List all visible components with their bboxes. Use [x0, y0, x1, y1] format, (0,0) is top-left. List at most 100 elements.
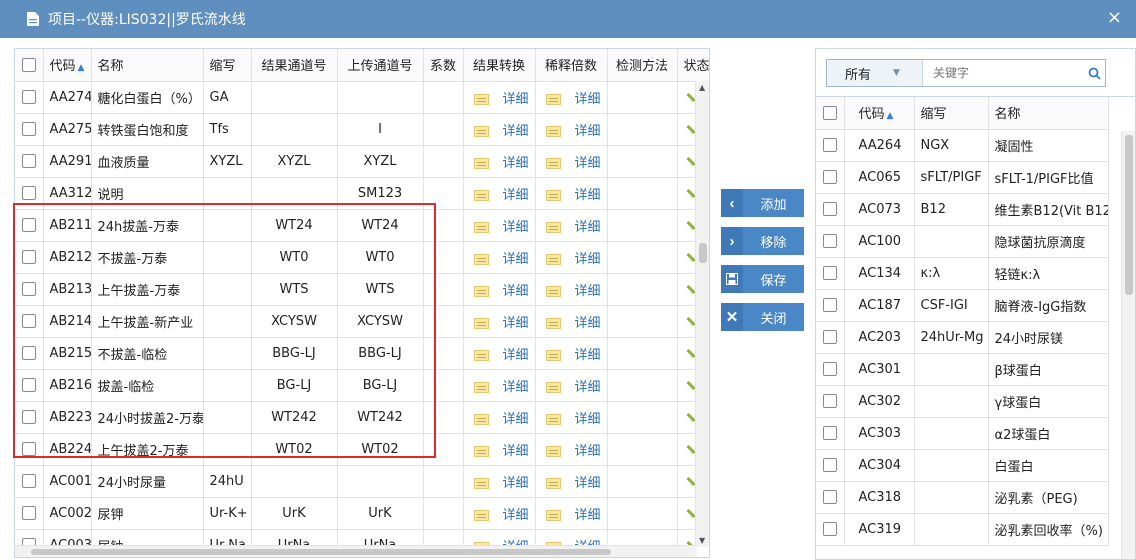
table-row[interactable]: AA312 说明 SM123 详细 详细	[15, 177, 709, 210]
column-header-abbr[interactable]: 缩写	[914, 97, 989, 130]
column-header-upload-channel[interactable]: 上传通道号	[337, 49, 424, 82]
detail-list-icon[interactable]	[545, 221, 561, 233]
table-row[interactable]: AB214 上午拔盖-新产业 XCYSW XCYSW 详细 详细	[15, 305, 709, 338]
edit-pencil-icon[interactable]	[685, 284, 696, 294]
table-row[interactable]: AC319 泌乳素回收率（%)	[816, 513, 1109, 546]
row-checkbox[interactable]	[816, 417, 845, 450]
column-header-coefficient[interactable]: 系数	[423, 49, 464, 82]
detail-link[interactable]: 详细	[503, 380, 529, 395]
detail-link[interactable]: 详细	[575, 476, 601, 491]
table-row[interactable]: AC100 隐球菌抗原滴度	[816, 225, 1109, 258]
detail-link[interactable]: 详细	[575, 124, 601, 139]
table-row[interactable]: AC318 泌乳素（PEG)	[816, 481, 1109, 514]
detail-link[interactable]: 详细	[575, 348, 601, 363]
table-row[interactable]: AB215 不拔盖-临检 BBG-LJ BBG-LJ 详细 详细	[15, 337, 709, 370]
table-row[interactable]: AC304 白蛋白	[816, 449, 1109, 482]
detail-list-icon[interactable]	[473, 285, 489, 297]
detail-list-icon[interactable]	[473, 221, 489, 233]
search-icon[interactable]	[1083, 61, 1105, 85]
row-checkbox[interactable]	[15, 465, 44, 498]
add-button[interactable]: ‹ 添加	[721, 189, 804, 217]
edit-pencil-icon[interactable]	[685, 508, 696, 518]
detail-link[interactable]: 详细	[503, 92, 529, 107]
detail-link[interactable]: 详细	[503, 188, 529, 203]
table-row[interactable]: AC303 α2球蛋白	[816, 417, 1109, 450]
detail-list-icon[interactable]	[545, 317, 561, 329]
edit-pencil-icon[interactable]	[685, 92, 696, 102]
column-header-name[interactable]: 名称	[988, 97, 1109, 130]
horizontal-scrollbar[interactable]	[15, 545, 697, 557]
detail-link[interactable]: 详细	[503, 220, 529, 235]
table-row[interactable]: AC187 CSF-IGI 脑脊液-IgG指数	[816, 289, 1109, 322]
row-checkbox[interactable]	[816, 257, 845, 290]
detail-list-icon[interactable]	[473, 189, 489, 201]
detail-list-icon[interactable]	[473, 157, 489, 169]
row-checkbox[interactable]	[816, 353, 845, 386]
detail-list-icon[interactable]	[545, 125, 561, 137]
detail-link[interactable]: 详细	[575, 284, 601, 299]
detail-link[interactable]: 详细	[575, 220, 601, 235]
detail-list-icon[interactable]	[545, 509, 561, 521]
edit-pencil-icon[interactable]	[685, 380, 696, 390]
edit-pencil-icon[interactable]	[685, 316, 696, 326]
detail-list-icon[interactable]	[545, 189, 561, 201]
detail-list-icon[interactable]	[545, 381, 561, 393]
detail-list-icon[interactable]	[545, 349, 561, 361]
edit-pencil-icon[interactable]	[685, 476, 696, 486]
row-checkbox[interactable]	[15, 401, 44, 434]
detail-link[interactable]: 详细	[503, 316, 529, 331]
row-checkbox[interactable]	[816, 289, 845, 322]
table-row[interactable]: AA291 血液质量 XYZL XYZL XYZL 详细 详细	[15, 145, 709, 178]
detail-link[interactable]: 详细	[503, 124, 529, 139]
table-row[interactable]: AB216 拔盖-临检 BG-LJ BG-LJ 详细 详细	[15, 369, 709, 402]
vertical-scrollbar[interactable]	[1121, 131, 1135, 559]
row-checkbox[interactable]	[816, 481, 845, 514]
select-all-checkbox[interactable]	[15, 49, 44, 82]
row-checkbox[interactable]	[15, 113, 44, 146]
row-checkbox[interactable]	[15, 241, 44, 274]
table-row[interactable]: AC073 B12 维生素B12(Vit B12)	[816, 193, 1109, 226]
row-checkbox[interactable]	[816, 385, 845, 418]
detail-list-icon[interactable]	[473, 93, 489, 105]
row-checkbox[interactable]	[15, 81, 44, 114]
table-row[interactable]: AC002 尿钾 Ur-K+ UrK UrK 详细 详细	[15, 497, 709, 530]
detail-list-icon[interactable]	[545, 285, 561, 297]
detail-link[interactable]: 详细	[503, 156, 529, 171]
table-row[interactable]: AB224 上午拔盖2-万泰 WT02 WT02 详细 详细	[15, 433, 709, 466]
select-all-checkbox[interactable]	[816, 97, 845, 130]
detail-link[interactable]: 详细	[575, 380, 601, 395]
row-checkbox[interactable]	[816, 161, 845, 194]
row-checkbox[interactable]	[816, 513, 845, 546]
row-checkbox[interactable]	[15, 273, 44, 306]
edit-pencil-icon[interactable]	[685, 124, 696, 134]
row-checkbox[interactable]	[816, 129, 845, 162]
scrollbar-thumb[interactable]	[31, 549, 611, 555]
detail-list-icon[interactable]	[545, 93, 561, 105]
detail-link[interactable]: 详细	[575, 316, 601, 331]
table-row[interactable]: AA275 转铁蛋白饱和度 Tfs I 详细 详细	[15, 113, 709, 146]
table-row[interactable]: AC301 β球蛋白	[816, 353, 1109, 386]
detail-list-icon[interactable]	[473, 349, 489, 361]
row-checkbox[interactable]	[816, 321, 845, 354]
edit-pencil-icon[interactable]	[685, 156, 696, 166]
table-row[interactable]: AA274 糖化白蛋白（%） GA 详细 详细	[15, 81, 709, 114]
column-header-dilution[interactable]: 稀释倍数	[535, 49, 608, 82]
detail-link[interactable]: 详细	[503, 412, 529, 427]
edit-pencil-icon[interactable]	[685, 348, 696, 358]
detail-list-icon[interactable]	[473, 445, 489, 457]
column-header-result-channel[interactable]: 结果通道号	[251, 49, 338, 82]
detail-link[interactable]: 详细	[503, 444, 529, 459]
scrollbar-thumb[interactable]	[1125, 135, 1133, 295]
detail-link[interactable]: 详细	[575, 188, 601, 203]
table-row[interactable]: AB211 24h拔盖-万泰 WT24 WT24 详细 详细	[15, 209, 709, 242]
detail-link[interactable]: 详细	[503, 252, 529, 267]
vertical-scrollbar[interactable]: ▲ ▼	[695, 81, 709, 547]
row-checkbox[interactable]	[15, 497, 44, 530]
column-header-code[interactable]: 代码 ▲	[43, 49, 92, 82]
table-row[interactable]: AC001 24小时尿量 24hU 详细 详细	[15, 465, 709, 498]
row-checkbox[interactable]	[816, 193, 845, 226]
scroll-up-icon[interactable]: ▲	[699, 83, 705, 92]
detail-list-icon[interactable]	[473, 477, 489, 489]
scroll-down-icon[interactable]: ▼	[699, 536, 705, 545]
row-checkbox[interactable]	[15, 337, 44, 370]
